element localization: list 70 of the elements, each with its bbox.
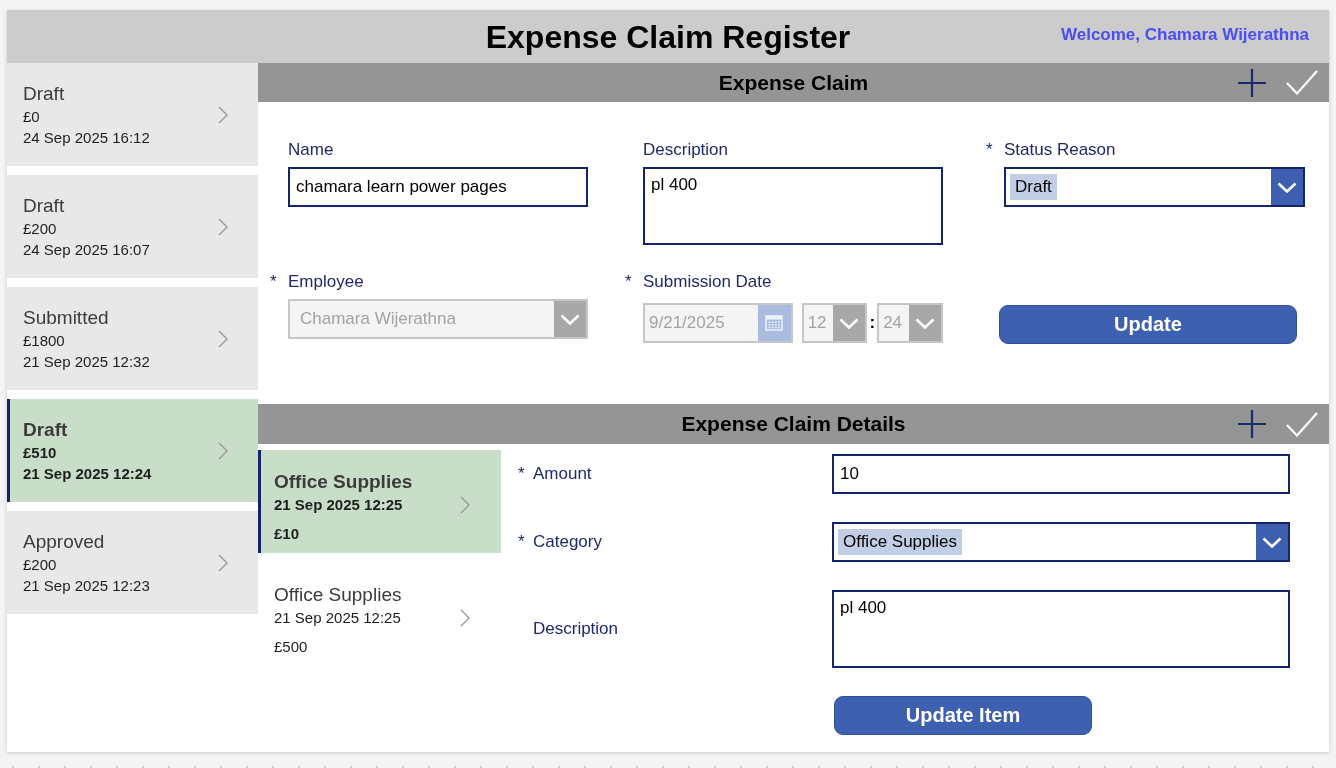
chevron-right-icon (460, 609, 470, 627)
claim-amount: £200 (23, 554, 58, 575)
item-date: 21 Sep 2025 12:25 (274, 608, 402, 628)
detail-list-item[interactable]: Office Supplies 21 Sep 2025 12:25 £10 (258, 450, 501, 553)
claim-list-item[interactable]: Submitted £1800 21 Sep 2025 12:32 (7, 287, 258, 390)
required-asterisk: * (518, 463, 526, 485)
chevron-down-icon (1271, 169, 1303, 205)
time-separator: : (869, 312, 876, 334)
chevron-right-icon (218, 441, 228, 460)
dropdown[interactable]: Draft (1004, 167, 1305, 207)
field-label: Description (533, 618, 619, 640)
field-label: Submission Date (643, 271, 773, 293)
item-amount: £500 (274, 637, 309, 657)
claim-list-item[interactable]: Approved £200 21 Sep 2025 12:23 (7, 511, 258, 614)
section-title: Expense Claim Details (681, 412, 906, 436)
claim-list-item[interactable]: Draft £510 21 Sep 2025 12:24 (7, 399, 258, 502)
text-input[interactable]: chamara learn power pages (288, 167, 588, 207)
claim-date: 21 Sep 2025 12:24 (23, 463, 152, 484)
chevron-right-icon (218, 329, 228, 348)
field-label: Status Reason (1004, 139, 1117, 161)
textarea-input[interactable]: pl 400 (832, 590, 1290, 668)
claim-amount: £1800 (23, 330, 66, 351)
claim-status: Draft (23, 81, 66, 106)
update-button[interactable]: Update (999, 305, 1297, 344)
required-asterisk: * (270, 271, 278, 293)
field-label: Employee (288, 271, 365, 293)
field-label: Description (643, 139, 730, 161)
checkmark-icon[interactable] (1286, 411, 1318, 437)
checkmark-icon[interactable] (1286, 70, 1318, 95)
chevron-down-icon (1256, 524, 1288, 560)
field-label: Amount (533, 463, 592, 485)
chevron-down-icon (554, 301, 586, 337)
dropdown[interactable]: Office Supplies (832, 522, 1290, 562)
app-title: Expense Claim Register (485, 17, 851, 57)
chevron-right-icon (218, 553, 228, 572)
claim-status: Submitted (23, 305, 110, 330)
claim-amount: £510 (23, 442, 58, 463)
claim-date: 21 Sep 2025 12:23 (23, 575, 150, 596)
field-label: Category (533, 531, 602, 553)
plus-icon[interactable] (1238, 68, 1266, 97)
field-label: Name (288, 139, 335, 161)
chevron-right-icon (218, 105, 228, 124)
required-asterisk: * (625, 271, 633, 293)
claim-status: Approved (23, 529, 106, 554)
claim-amount: £200 (23, 218, 58, 239)
required-asterisk: * (986, 139, 994, 161)
welcome-text: Welcome, Chamara Wijerathna (1061, 24, 1309, 45)
plus-icon[interactable] (1238, 410, 1266, 438)
claim-status: Draft (23, 193, 66, 218)
chevron-right-icon (218, 217, 228, 236)
update-item-button[interactable]: Update Item (834, 696, 1092, 735)
item-category: Office Supplies (274, 583, 402, 607)
calendar-icon (757, 305, 791, 341)
claim-date: 24 Sep 2025 16:07 (23, 239, 150, 260)
claim-list-item[interactable]: Draft £0 24 Sep 2025 16:12 (7, 63, 258, 166)
item-category: Office Supplies (274, 470, 413, 494)
chevron-down-icon (909, 305, 941, 341)
claim-amount: £0 (23, 106, 41, 127)
required-asterisk: * (518, 531, 526, 553)
textarea-input[interactable]: pl 400 (643, 167, 943, 245)
section-title: Expense Claim (718, 70, 869, 95)
item-date: 21 Sep 2025 12:25 (274, 495, 404, 515)
claim-list-item[interactable]: Draft £200 24 Sep 2025 16:07 (7, 175, 258, 278)
item-amount: £10 (274, 524, 301, 544)
claim-status: Draft (23, 417, 69, 442)
text-input[interactable]: 10 (832, 454, 1290, 494)
chevron-right-icon (460, 496, 470, 514)
claim-date: 21 Sep 2025 12:32 (23, 351, 150, 372)
chevron-down-icon (833, 305, 866, 341)
claim-date: 24 Sep 2025 16:12 (23, 127, 150, 148)
